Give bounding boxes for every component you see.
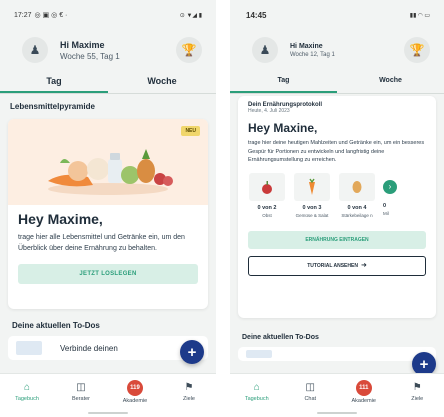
nav-label: Berater	[71, 395, 91, 402]
bottom-navigation: ⌂ Tagebuch ◫ Berater 119 Akademie ⚑ Ziel…	[0, 373, 216, 409]
status-system-icons: ▮▮ ◠ ▭	[409, 12, 430, 19]
nav-label: Akademie	[122, 397, 148, 404]
nav-label: Chat	[304, 395, 317, 402]
avatar-icon[interactable]: ♟	[252, 37, 278, 63]
academy-badge: 111	[355, 379, 372, 396]
user-greeting: Hi Maxime	[60, 39, 105, 50]
food-pyramid-card: NEU Hey Maxime, trage hier alle Lebensmi…	[8, 119, 208, 309]
food-name: Gemüse & Salat	[295, 212, 329, 218]
nutrition-protocol-card: Dein Ernährungsprotokoll Heute, 4. Juli …	[238, 96, 436, 318]
trophy-icon[interactable]: 🏆	[404, 37, 430, 63]
watch-tutorial-button[interactable]: TUTORIAL ANSEHEN ➜	[248, 255, 426, 276]
nav-label: Tagebuch	[15, 395, 39, 402]
nav-label: Akademie	[351, 397, 376, 404]
system-home-bar	[230, 409, 444, 417]
phone-screen-right: 14:45 ▮▮ ◠ ▭ ♟ Hi Maxine Woche 12, Tag 1…	[230, 0, 444, 417]
status-bar: 14:45 ▮▮ ◠ ▭	[230, 0, 444, 30]
apple-icon	[262, 180, 272, 194]
user-week: Woche 12, Tag 1	[290, 51, 335, 58]
nav-label: Ziele	[411, 395, 424, 402]
status-notification-icons: ◎ ▣ ◎ € ·	[34, 12, 68, 19]
vegetables-illustration	[48, 149, 173, 195]
food-name: Mil	[383, 210, 389, 216]
status-bar: 17:27 ◎ ▣ ◎ € · ⊙ ▼◢ ▮	[0, 0, 216, 30]
todos-title: Deine aktuellen To-Dos	[242, 334, 319, 341]
add-fab-button[interactable]: +	[180, 340, 204, 364]
nav-item-goals[interactable]: ⚑ Ziele	[391, 374, 444, 409]
nav-item-chat[interactable]: ◫ Chat	[284, 374, 338, 409]
trophy-icon[interactable]: 🏆	[176, 37, 202, 63]
nav-item-diary[interactable]: ⌂ Tagebuch	[230, 374, 284, 409]
status-time: 14:45	[246, 10, 267, 20]
phone-screen-left: 17:27 ◎ ▣ ◎ € · ⊙ ▼◢ ▮ ♟ Hi Maxime Woche…	[0, 0, 216, 417]
nav-item-academy[interactable]: 111 Akademie	[337, 374, 391, 409]
user-greeting: Hi Maxine	[290, 42, 323, 50]
nav-item-goals[interactable]: ⚑ Ziele	[162, 374, 216, 409]
nav-label: Tagebuch	[244, 395, 269, 402]
day-week-tabs: Tag Woche	[0, 70, 216, 94]
home-plant-icon: ⌂	[253, 381, 260, 393]
status-system-icons: ⊙ ▼◢ ▮	[179, 12, 202, 19]
tab-day[interactable]: Tag	[230, 70, 337, 93]
profile-header: ♟ Hi Maxine Woche 12, Tag 1 🏆	[230, 30, 444, 70]
day-week-tabs: Tag Woche	[230, 70, 444, 94]
avatar-icon[interactable]: ♟	[22, 37, 48, 63]
todo-item-label: Verbinde deinen	[60, 343, 118, 353]
todos-title: Deine aktuellen To-Dos	[12, 321, 100, 330]
card-description: trage hier alle Lebensmittel und Getränk…	[18, 234, 185, 252]
todo-item[interactable]: Verbinde deinen	[8, 336, 208, 360]
food-count: 0 von 4	[347, 204, 367, 211]
nav-item-advisor[interactable]: ◫ Berater	[54, 374, 108, 409]
todo-thumbnail-icon	[246, 350, 272, 358]
food-count: 0 von 2	[257, 204, 277, 211]
nav-item-academy[interactable]: 119 Akademie	[108, 374, 162, 409]
section-date: Heute, 4. Juli 2023	[248, 108, 290, 114]
bottom-navigation: ⌂ Tagebuch ◫ Chat 111 Akademie ⚑ Ziele	[230, 373, 444, 409]
tab-week[interactable]: Woche	[337, 70, 444, 93]
academy-badge: 119	[127, 379, 143, 396]
greeting-heading: Hey Maxine,	[248, 121, 318, 135]
enter-nutrition-button[interactable]: ERNÄHRUNG EINTRAGEN	[248, 230, 426, 249]
tutorial-button-label: TUTORIAL ANSEHEN	[307, 262, 358, 269]
tab-week[interactable]: Woche	[108, 70, 216, 93]
chat-icon: ◫	[76, 381, 86, 393]
arrow-right-icon: ➜	[360, 261, 367, 269]
system-home-bar	[0, 409, 216, 417]
food-group-list: 0 von 2 Obst 0 von 3 Gemüse & Salat 0 vo…	[248, 172, 426, 219]
section-title: Lebensmittelpyramide	[10, 102, 95, 111]
nav-label: Ziele	[183, 395, 195, 402]
flag-icon: ⚑	[184, 381, 194, 393]
food-count: 0	[383, 202, 387, 209]
food-count: 0 von 3	[302, 204, 322, 211]
food-group-fruit[interactable]: 0 von 2 Obst	[248, 172, 286, 219]
profile-header: ♟ Hi Maxime Woche 55, Tag 1 🏆	[0, 30, 216, 70]
flag-icon: ⚑	[412, 381, 422, 393]
food-illustration: NEU	[8, 119, 208, 205]
food-group-vegetables[interactable]: 0 von 3 Gemüse & Salat	[293, 172, 331, 219]
new-badge: NEU	[181, 126, 200, 136]
potato-icon	[352, 180, 362, 193]
carrot-icon	[309, 178, 315, 195]
nav-item-diary[interactable]: ⌂ Tagebuch	[0, 374, 54, 409]
todo-item[interactable]	[238, 347, 436, 361]
todo-thumbnail-icon	[16, 341, 42, 355]
start-now-button[interactable]: JETZT LOSLEGEN	[18, 264, 198, 284]
tab-day[interactable]: Tag	[0, 70, 108, 93]
user-week: Woche 55, Tag 1	[60, 51, 120, 61]
food-name: Stärkebeilage n	[341, 212, 373, 218]
chat-icon: ◫	[305, 381, 315, 393]
status-time: 17:27	[14, 11, 32, 19]
greeting-heading: Hey Maxime,	[18, 211, 103, 227]
food-group-starch[interactable]: 0 von 4 Stärkebeilage n	[338, 172, 376, 219]
food-group-dairy[interactable]: › 0 Mil	[383, 173, 399, 217]
food-name: Obst	[262, 212, 272, 218]
chevron-right-icon[interactable]: ›	[383, 179, 397, 194]
home-plant-icon: ⌂	[23, 381, 31, 393]
card-description: trage hier deine heutigen Mahlzeiten und…	[248, 140, 425, 163]
